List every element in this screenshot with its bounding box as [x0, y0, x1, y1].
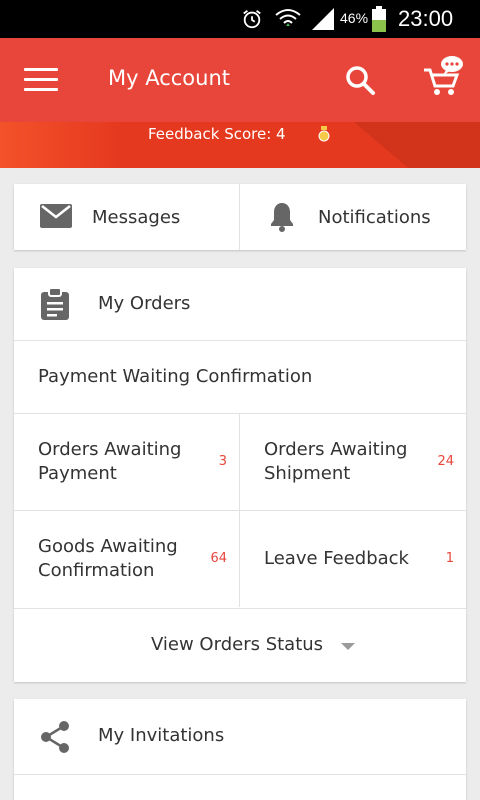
battery-percent: 46% — [340, 10, 369, 26]
mail-icon — [40, 204, 72, 228]
payment-waiting-row[interactable]: Payment Waiting Confirmation — [14, 341, 466, 414]
feedback-score: Feedback Score: 4 — [148, 125, 286, 143]
awaiting-payment-label: Orders Awaiting Payment — [38, 439, 182, 484]
awaiting-shipment-label: Orders Awaiting Shipment — [264, 439, 408, 484]
menu-icon[interactable] — [24, 68, 58, 92]
app-bar: My Account — [0, 38, 480, 122]
leave-feedback-label: Leave Feedback — [264, 548, 409, 569]
signal-icon — [312, 8, 334, 30]
bell-icon — [271, 203, 293, 232]
cart-icon[interactable] — [422, 56, 466, 100]
awaiting-shipment-item[interactable]: Orders Awaiting Shipment 24 — [240, 414, 466, 510]
orders-grid-row: Orders Awaiting Payment 3 Orders Awaitin… — [14, 414, 466, 511]
awaiting-confirmation-count: 64 — [210, 551, 227, 566]
wifi-icon — [275, 9, 301, 26]
alarm-icon — [243, 10, 261, 29]
clock: 23:00 — [398, 6, 454, 31]
awaiting-payment-count: 3 — [218, 454, 227, 469]
my-invitations-title: My Invitations — [98, 725, 225, 746]
awaiting-confirmation-label: Goods Awaiting Confirmation — [38, 536, 178, 581]
feedback-banner: Feedback Score: 4 — [0, 122, 480, 168]
awaiting-payment-item[interactable]: Orders Awaiting Payment 3 — [14, 414, 240, 510]
messages-button[interactable]: Messages — [14, 184, 240, 250]
clipboard-icon — [41, 288, 69, 320]
share-icon — [41, 721, 69, 753]
search-icon[interactable] — [344, 64, 376, 96]
leave-feedback-count: 1 — [445, 551, 454, 566]
my-orders-header[interactable]: My Orders — [14, 268, 466, 341]
awaiting-shipment-count: 24 — [437, 454, 454, 469]
awaiting-confirmation-item[interactable]: Goods Awaiting Confirmation 64 — [14, 511, 240, 607]
battery-icon — [372, 6, 386, 32]
status-bar: 46% 23:00 — [0, 0, 480, 38]
my-invitations-header[interactable]: My Invitations — [14, 699, 466, 775]
leave-feedback-item[interactable]: Leave Feedback 1 — [240, 511, 466, 607]
quick-links-card: Messages Notifications — [14, 184, 466, 250]
caret-down-icon — [341, 643, 355, 650]
notifications-label: Notifications — [318, 207, 431, 228]
page-title: My Account — [108, 66, 231, 90]
notifications-button[interactable]: Notifications — [240, 184, 466, 250]
payment-waiting-label: Payment Waiting Confirmation — [38, 366, 313, 387]
invitations-card: My Invitations — [14, 699, 466, 800]
orders-grid-row: Goods Awaiting Confirmation 64 Leave Fee… — [14, 511, 466, 608]
view-orders-status-label: View Orders Status — [151, 634, 324, 655]
medal-icon — [318, 126, 330, 142]
my-orders-title: My Orders — [98, 293, 191, 314]
orders-card: My Orders Payment Waiting Confirmation O… — [14, 268, 466, 682]
view-orders-status-button[interactable]: View Orders Status — [14, 608, 466, 682]
messages-label: Messages — [92, 207, 181, 228]
